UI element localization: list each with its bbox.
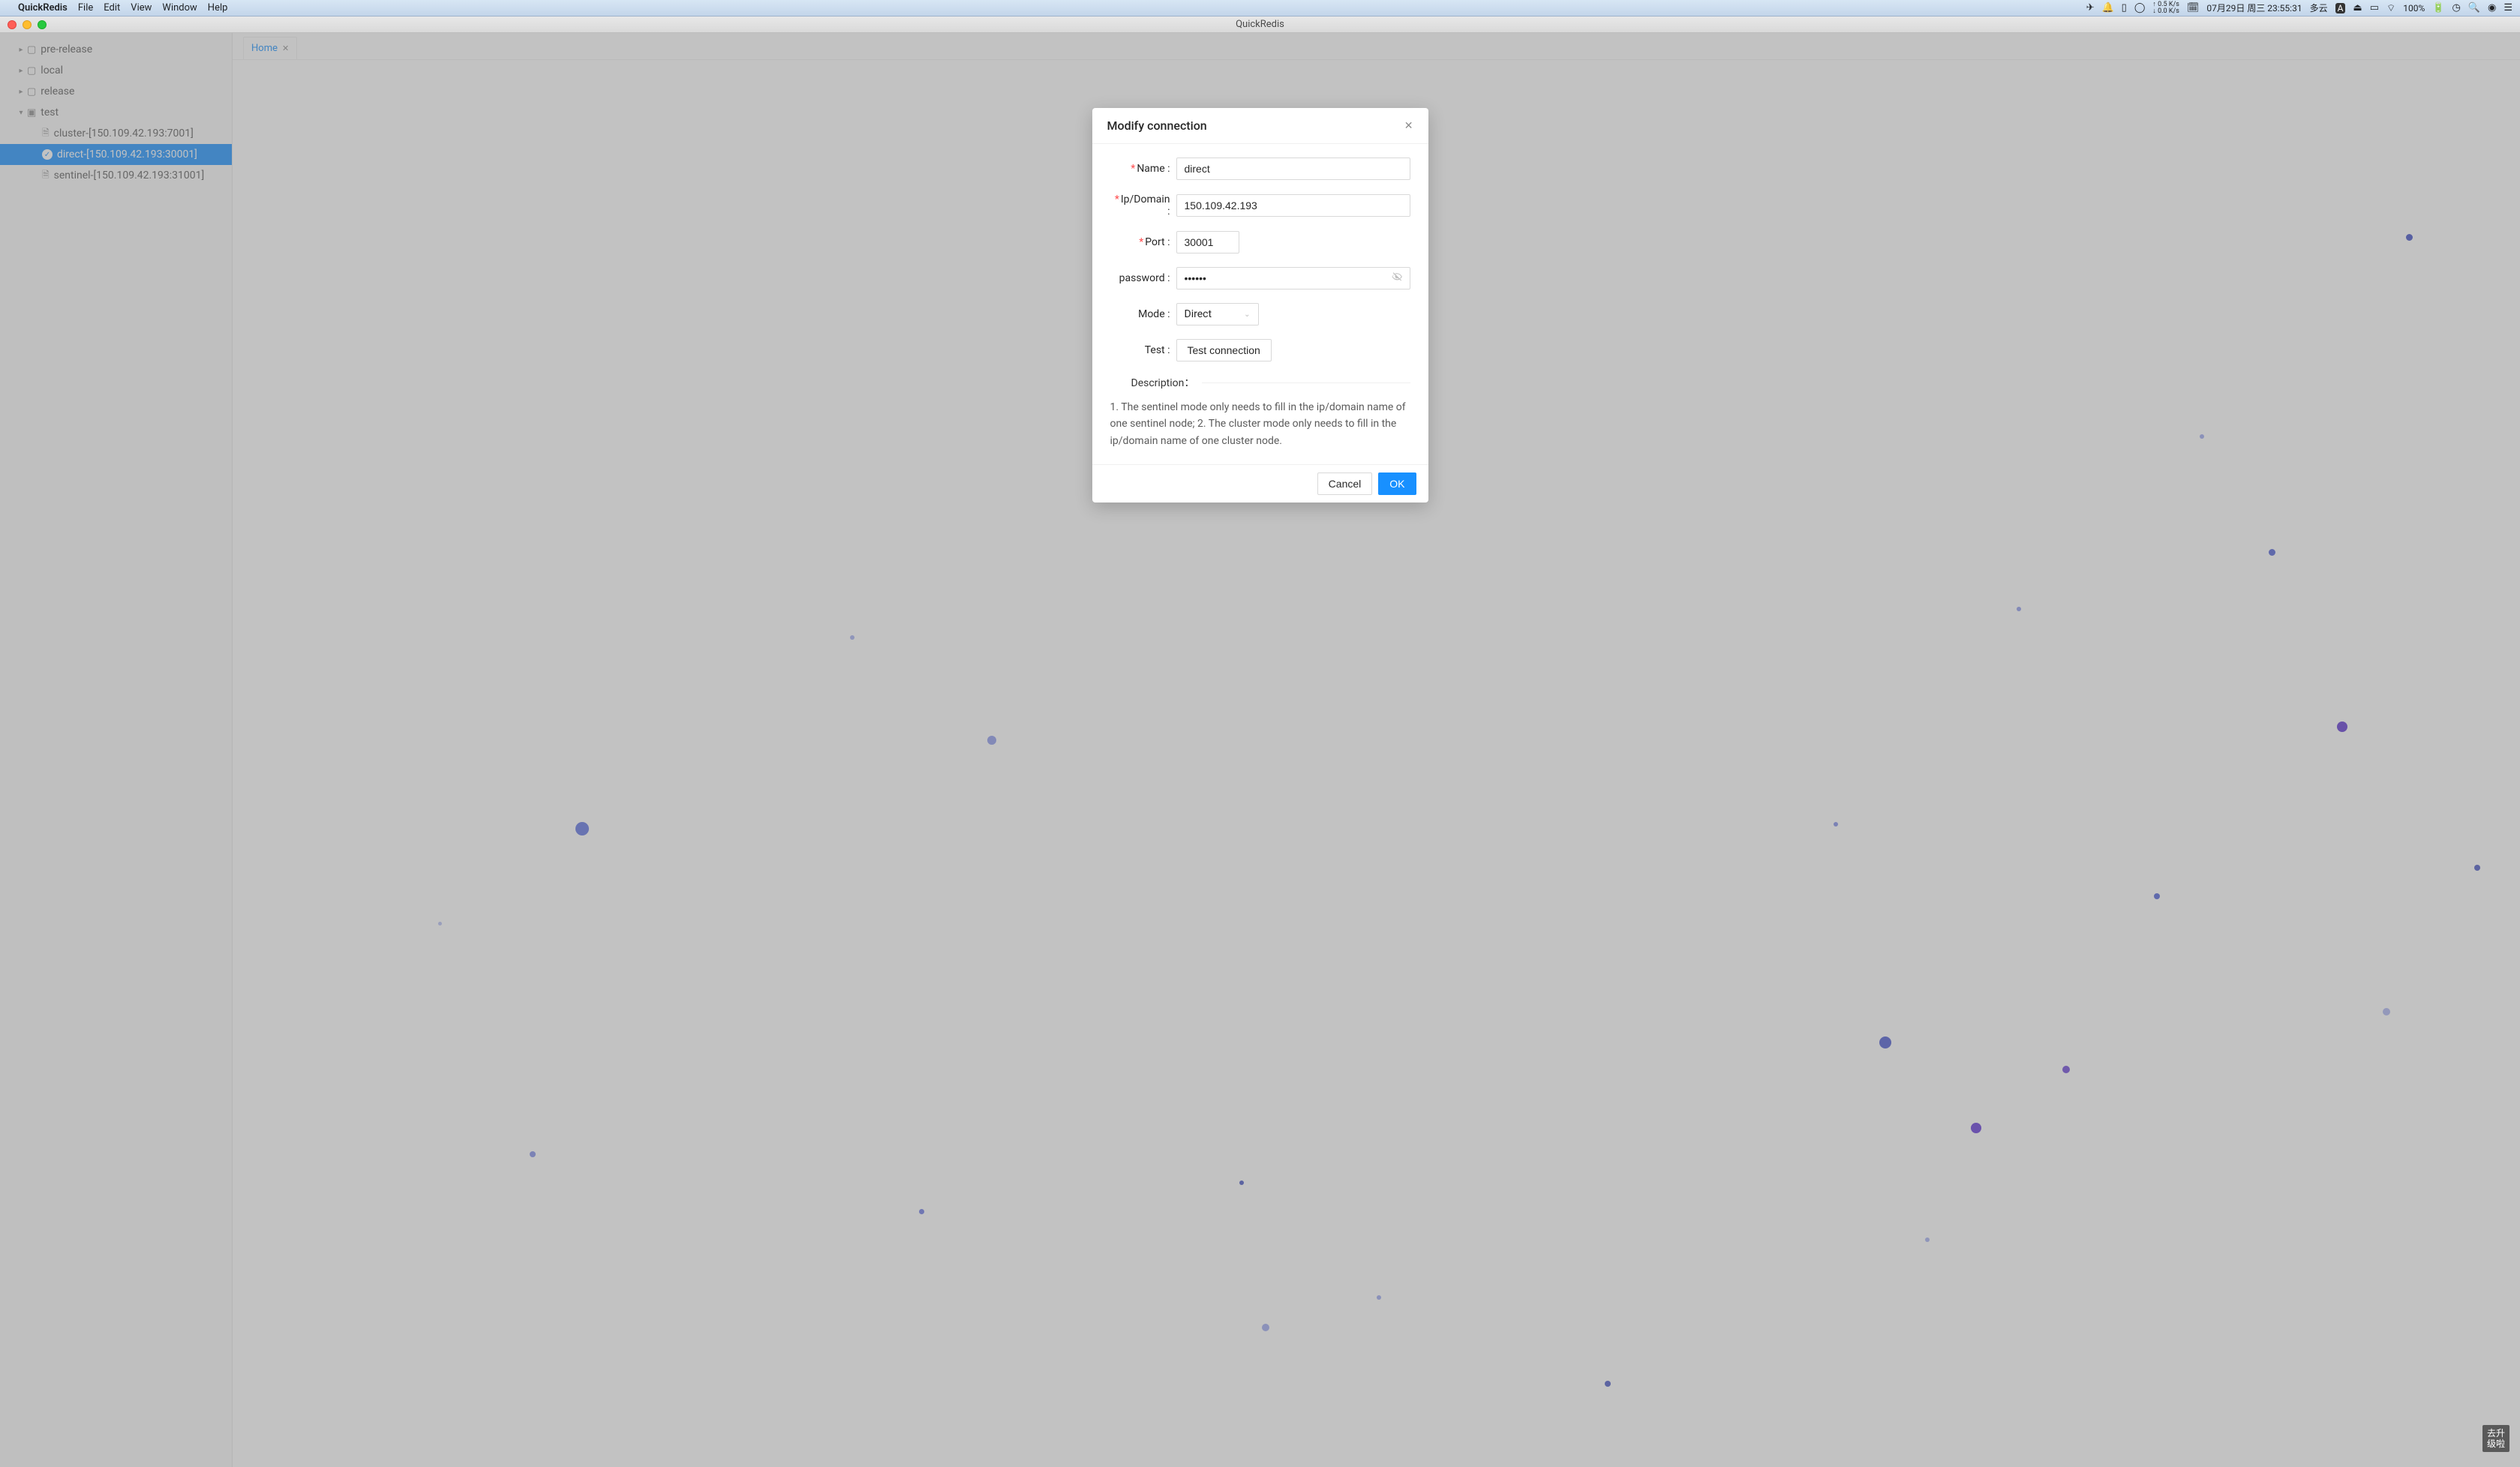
eye-invisible-icon[interactable] [1391,271,1403,286]
upgrade-badge[interactable]: 去升 级啦 [2482,1425,2509,1452]
battery-percent[interactable]: 100% [2403,3,2425,14]
input-method-icon[interactable]: A [2335,3,2346,14]
name-input[interactable] [1176,158,1410,180]
battery-icon[interactable]: 🔋 [2432,2,2444,14]
menu-view[interactable]: View [131,2,152,14]
calendar-icon[interactable]: 🗓 [2187,2,2200,14]
label-mode: Mode [1138,308,1165,320]
description-text: 1. The sentinel mode only needs to fill … [1110,399,1410,457]
menu-file[interactable]: File [78,2,93,14]
weather[interactable]: 多云 [2310,2,2328,14]
modal-title: Modify connection [1107,118,1207,133]
app-menu[interactable]: QuickRedis [18,2,68,14]
battery-small-icon[interactable]: ▯ [2122,2,2127,14]
port-input[interactable] [1176,231,1239,254]
bell-icon[interactable]: 🔔 [2101,2,2113,14]
modify-connection-modal: Modify connection ✕ *Name : *Ip/Domain : [1092,108,1428,502]
modal-mask[interactable]: Modify connection ✕ *Name : *Ip/Domain : [0,33,2520,1467]
test-connection-button[interactable]: Test connection [1176,339,1272,362]
label-test: Test [1145,344,1165,356]
mode-value: Direct [1185,308,1212,320]
label-password: password [1119,272,1165,284]
label-ipdomain: Ip/Domain [1121,194,1170,206]
mac-menubar: QuickRedis File Edit View Window Help ✈ … [0,0,2520,16]
menu-window[interactable]: Window [162,2,197,14]
ipdomain-input[interactable] [1176,194,1410,217]
chevron-down-icon: ⌄ [1244,310,1250,319]
window-title: QuickRedis [0,19,2520,30]
plane-icon[interactable]: ✈ [2086,2,2095,14]
datetime[interactable]: 07月29日 周三 23:55:31 [2206,2,2302,14]
clock-icon[interactable]: ◷ [2452,2,2460,14]
divider [1202,382,1410,383]
spotlight-icon[interactable]: 🔍 [2468,2,2480,14]
eject-icon[interactable]: ⏏ [2353,2,2362,14]
label-description: Description： [1110,375,1195,390]
network-speed: ↑ 0.5 K/s ↓ 0.0 K/s [2152,2,2179,15]
label-name: Name [1137,163,1164,175]
wifi-icon[interactable]: ⌔ [2386,2,2395,14]
circle-icon[interactable]: ◯ [2134,2,2146,14]
ok-button[interactable]: OK [1378,472,1416,495]
display-icon[interactable]: ▭ [2370,2,2379,14]
password-input[interactable] [1176,267,1410,290]
control-center-icon[interactable]: ☰ [2503,2,2512,14]
label-port: Port [1145,236,1164,248]
window-titlebar: QuickRedis [0,16,2520,33]
close-icon[interactable]: ✕ [1404,120,1413,132]
mode-select[interactable]: Direct ⌄ [1176,303,1259,326]
siri-icon[interactable]: ◉ [2488,2,2496,14]
menu-help[interactable]: Help [208,2,228,14]
cancel-button[interactable]: Cancel [1317,472,1373,495]
menu-edit[interactable]: Edit [104,2,120,14]
